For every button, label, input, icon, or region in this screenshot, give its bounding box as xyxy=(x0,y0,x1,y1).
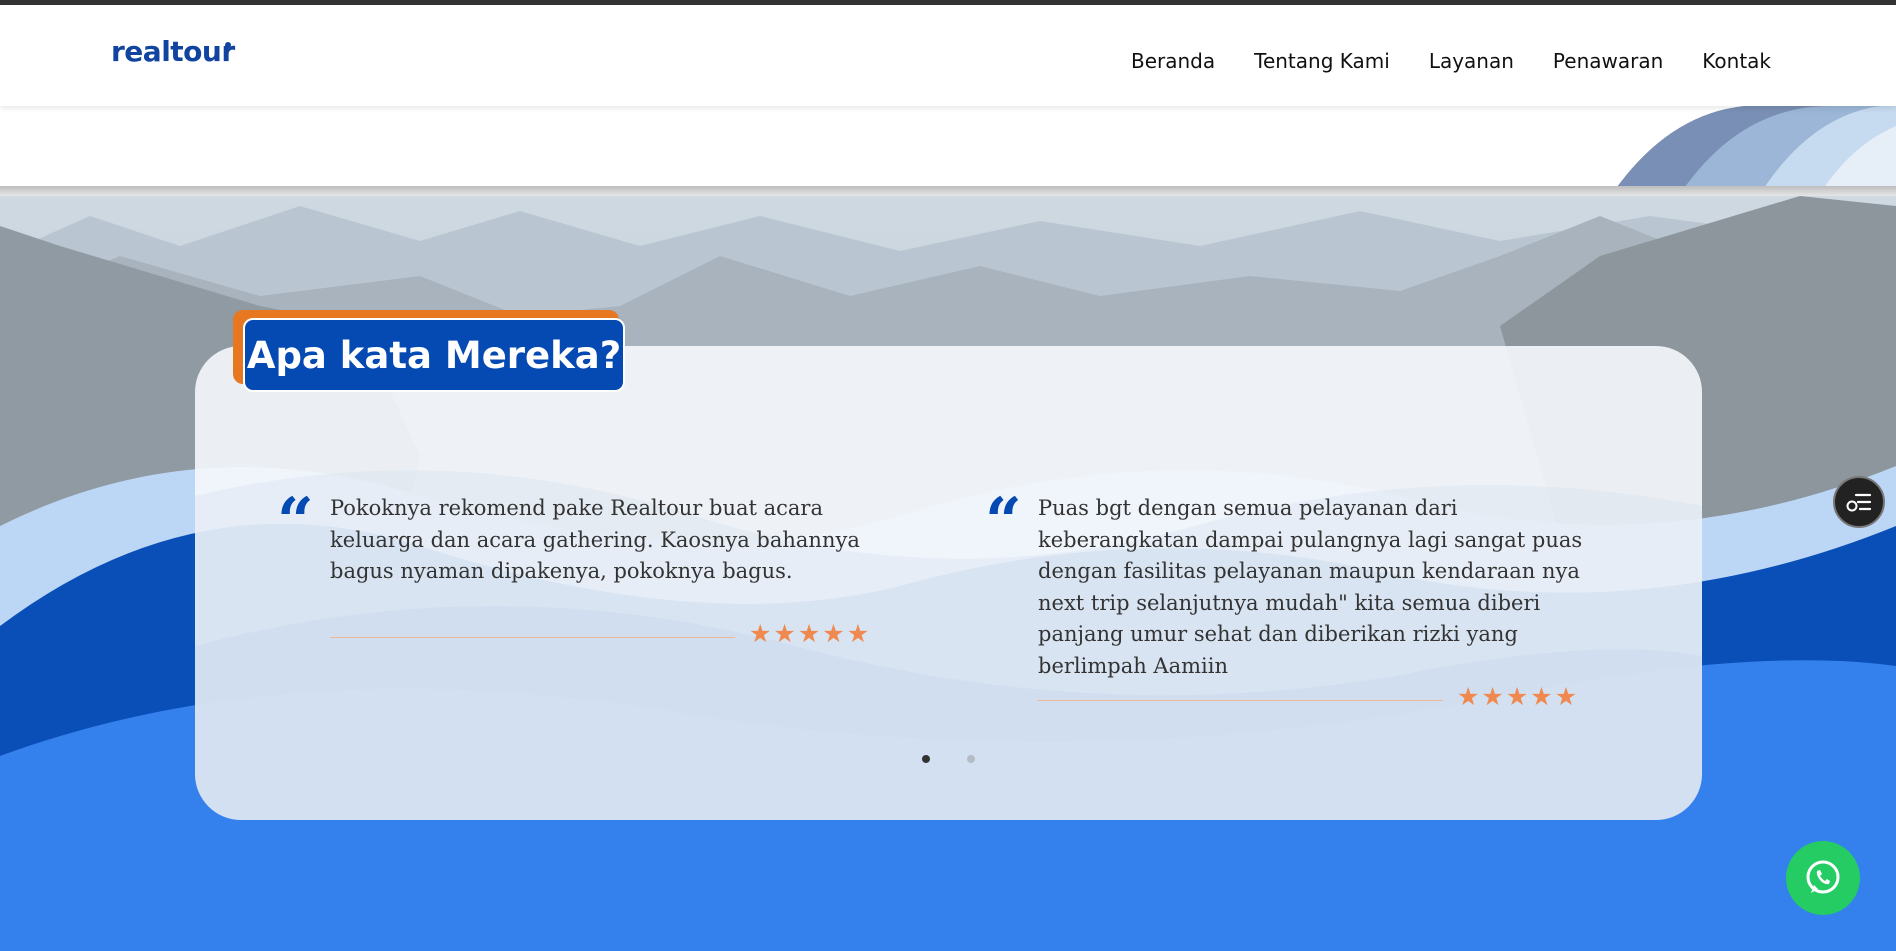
quote-icon: “ xyxy=(985,484,1022,559)
nav-item-layanan[interactable]: Layanan xyxy=(1429,49,1514,73)
carousel-dot-2[interactable] xyxy=(967,755,975,763)
star-icon: ★ xyxy=(1505,683,1529,711)
nav-item-beranda[interactable]: Beranda xyxy=(1131,49,1215,73)
star-icon: ★ xyxy=(1554,683,1578,711)
brand-logo[interactable]: realtour xyxy=(111,35,235,68)
logo-dot xyxy=(225,42,231,48)
nav-item-kontak[interactable]: Kontak xyxy=(1702,49,1771,73)
testimonial-divider xyxy=(330,637,735,638)
main-nav: Beranda Tentang Kami Layanan Penawaran K… xyxy=(1131,49,1771,73)
header-band xyxy=(0,106,1896,194)
star-icon: ★ xyxy=(749,620,772,648)
site-header: realtour Beranda Tentang Kami Layanan Pe… xyxy=(0,5,1896,106)
testimonial-divider xyxy=(1038,700,1443,701)
whatsapp-icon xyxy=(1806,860,1840,894)
carousel-dot-1[interactable] xyxy=(922,755,930,763)
top-border xyxy=(0,0,1896,5)
star-icon: ★ xyxy=(822,620,845,648)
star-icon: ★ xyxy=(797,620,821,648)
band-shadow xyxy=(0,186,1896,196)
rating-stars: ★ ★ ★ ★ ★ xyxy=(1457,685,1577,710)
side-menu-button[interactable] xyxy=(1833,476,1885,528)
decorative-stripes xyxy=(1612,106,1896,194)
menu-list-icon xyxy=(1846,493,1872,512)
whatsapp-button[interactable] xyxy=(1786,841,1860,915)
star-icon: ★ xyxy=(1530,683,1553,711)
testimonial-text: Pokoknya rekomend pake Realtour buat aca… xyxy=(330,496,860,583)
nav-item-penawaran[interactable]: Penawaran xyxy=(1553,49,1663,73)
section-title: Apa kata Mereka? xyxy=(243,318,625,392)
star-icon: ★ xyxy=(846,620,870,648)
star-icon: ★ xyxy=(1481,683,1504,711)
rating-stars: ★ ★ ★ ★ ★ xyxy=(749,622,869,647)
nav-item-tentang-kami[interactable]: Tentang Kami xyxy=(1254,49,1390,73)
star-icon: ★ xyxy=(1457,683,1480,711)
quote-icon: “ xyxy=(277,484,314,559)
testimonial-text: Puas bgt dengan semua pelayanan dari keb… xyxy=(1038,496,1583,678)
star-icon: ★ xyxy=(773,620,796,648)
